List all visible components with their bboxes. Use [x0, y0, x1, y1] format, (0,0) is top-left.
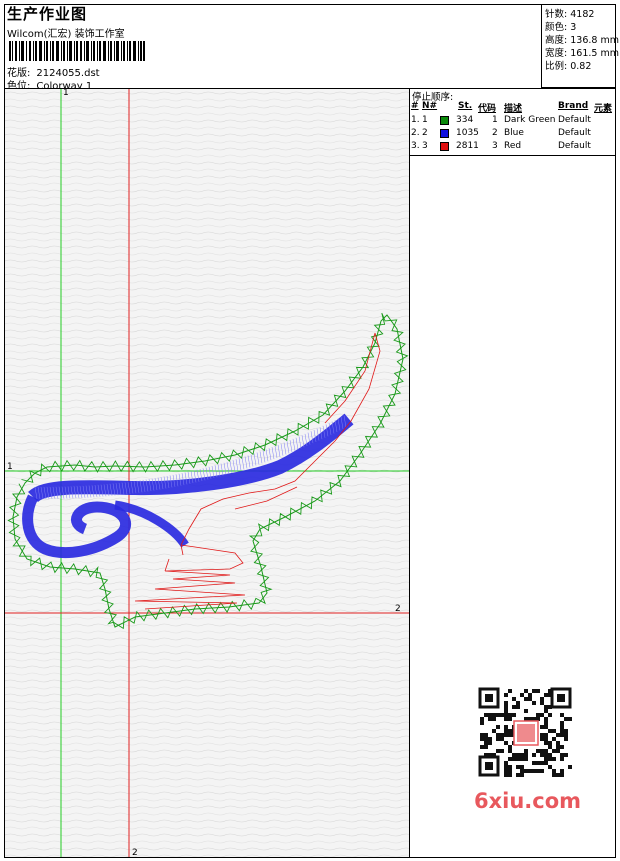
qr-code	[472, 683, 578, 783]
color-swatch	[440, 142, 449, 151]
green-top-axis-label: 1	[63, 89, 69, 98]
color-swatch	[440, 129, 449, 138]
row-description: Blue	[504, 128, 524, 138]
red-bottom-axis-label: 2	[132, 848, 138, 857]
red-right-axis-label: 2	[395, 604, 401, 614]
col-description: 描述	[504, 104, 523, 114]
color-count: 颜色: 3	[545, 22, 577, 33]
stop-sequence-row: 2. 2 1035 2 Blue Default	[410, 128, 616, 141]
stop-sequence-header: # N# St. 代码 描述 Brand 元素	[410, 101, 616, 114]
row-index: 1.	[411, 115, 420, 125]
stats-panel: 针数: 4182 颜色: 3 高度: 136.8 mm 宽度: 161.5 mm…	[541, 4, 619, 88]
header: 生产作业图 Wilcom(汇宏) 装饰工作室 花版: 2124055.dst 色位…	[5, 5, 541, 92]
stop-sequence-row: 1. 1 334 1 Dark Green Default	[410, 115, 616, 128]
row-code: 1	[492, 115, 498, 125]
col-stitches: St.	[458, 101, 473, 111]
row-n: 1	[422, 115, 428, 125]
row-brand: Default	[558, 115, 591, 125]
row-brand: Default	[558, 128, 591, 138]
green-left-axis-label: 1	[7, 462, 13, 472]
studio-name: Wilcom(汇宏) 装饰工作室	[7, 29, 125, 40]
row-index: 3.	[411, 141, 420, 151]
stop-sequence-divider	[410, 155, 616, 156]
row-stitches: 334	[456, 115, 474, 125]
row-n: 2	[422, 128, 428, 138]
design-height: 高度: 136.8 mm	[545, 35, 619, 46]
col-n: N#	[422, 101, 438, 111]
col-brand: Brand	[558, 101, 589, 111]
col-code: 代码	[478, 104, 497, 114]
page-title: 生产作业图	[7, 5, 88, 23]
row-code: 2	[492, 128, 498, 138]
col-element: 元素	[594, 104, 613, 114]
design-width: 宽度: 161.5 mm	[545, 48, 619, 59]
row-stitches: 1035	[456, 128, 479, 138]
barcode	[9, 41, 145, 61]
stitch-count: 针数: 4182	[545, 9, 595, 20]
row-description: Dark Green	[504, 115, 556, 125]
design-canvas: 1 1 2 2	[5, 89, 409, 857]
stop-sequence-row: 3. 3 2811 3 Red Default	[410, 141, 616, 154]
col-hash: #	[411, 101, 419, 111]
design-scale: 比例: 0.82	[545, 61, 592, 72]
watermark-site: 6xiu.com	[474, 789, 582, 813]
row-stitches: 2811	[456, 141, 479, 151]
row-brand: Default	[558, 141, 591, 151]
row-index: 2.	[411, 128, 420, 138]
row-description: Red	[504, 141, 522, 151]
row-code: 3	[492, 141, 498, 151]
design-preview: 1 1 2 2	[5, 89, 410, 857]
row-n: 3	[422, 141, 428, 151]
color-swatch	[440, 116, 449, 125]
